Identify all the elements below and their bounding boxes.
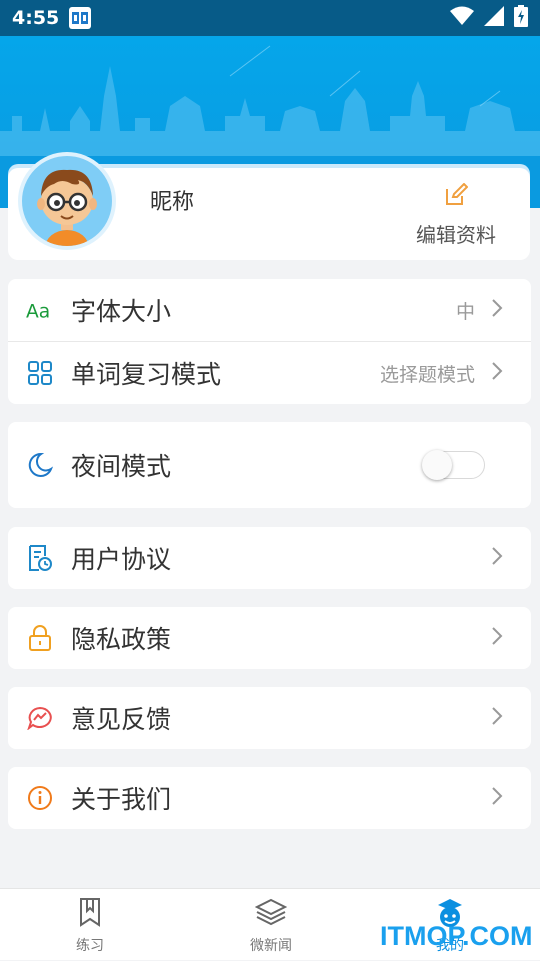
chevron-right-icon xyxy=(491,298,503,322)
toggle-knob xyxy=(422,450,452,480)
privacy-policy-row[interactable]: 隐私政策 xyxy=(8,607,531,669)
lock-icon xyxy=(26,624,54,652)
font-size-value: 中 xyxy=(455,300,475,323)
watermark: ITMOP.COM xyxy=(380,921,533,951)
font-size-row[interactable]: Aa 字体大小 中 xyxy=(8,279,531,341)
review-mode-label: 单词复习模式 xyxy=(71,360,222,389)
wifi-icon xyxy=(450,6,474,30)
status-bar: 4:55 xyxy=(0,0,540,36)
font-size-label: 字体大小 xyxy=(71,297,172,326)
nickname-label[interactable]: 昵称 xyxy=(150,184,194,216)
status-time: 4:55 xyxy=(12,7,60,29)
edit-profile-button[interactable]: 编辑资料 xyxy=(416,219,496,248)
bookmark-icon xyxy=(78,897,102,931)
app-notification-icon xyxy=(69,7,92,29)
chevron-right-icon xyxy=(491,786,503,810)
tab-news[interactable]: 微新闻 xyxy=(211,889,331,961)
night-mode-card: 夜间模式 xyxy=(8,422,531,508)
user-agreement-row[interactable]: 用户协议 xyxy=(8,527,531,589)
document-clock-icon xyxy=(26,544,54,572)
chevron-right-icon xyxy=(491,626,503,650)
avatar[interactable] xyxy=(18,152,116,250)
night-mode-row: 夜间模式 xyxy=(8,422,531,508)
cartoon-boy-avatar-icon xyxy=(37,169,97,246)
review-mode-value: 选择题模式 xyxy=(379,363,475,386)
tab-practice-label: 练习 xyxy=(76,938,104,954)
feedback-label: 意见反馈 xyxy=(71,705,172,734)
user-agreement-card: 用户协议 xyxy=(8,527,531,589)
feedback-card: 意见反馈 xyxy=(8,687,531,749)
chevron-right-icon xyxy=(491,546,503,570)
privacy-policy-card: 隐私政策 xyxy=(8,607,531,669)
chevron-right-icon xyxy=(491,361,503,385)
chat-bubble-icon xyxy=(26,704,54,732)
night-mode-toggle[interactable] xyxy=(422,450,485,480)
moon-icon xyxy=(26,451,54,479)
feedback-row[interactable]: 意见反馈 xyxy=(8,687,531,749)
info-icon xyxy=(26,784,54,812)
font-aa-icon: Aa xyxy=(26,296,54,324)
svg-text:Aa: Aa xyxy=(26,301,50,321)
about-us-row[interactable]: 关于我们 xyxy=(8,767,531,829)
about-us-card: 关于我们 xyxy=(8,767,531,829)
chevron-right-icon xyxy=(491,706,503,730)
tab-practice[interactable]: 练习 xyxy=(30,889,150,961)
user-agreement-label: 用户协议 xyxy=(71,545,172,574)
review-mode-row[interactable]: 单词复习模式 选择题模式 xyxy=(8,342,531,404)
layers-icon xyxy=(254,897,288,931)
grid-icon xyxy=(26,359,54,387)
about-us-label: 关于我们 xyxy=(71,785,172,814)
signal-icon xyxy=(484,6,504,30)
tab-news-label: 微新闻 xyxy=(250,938,292,954)
display-settings-card: Aa 字体大小 中 单词复习模式 选择题模式 xyxy=(8,279,531,404)
edit-icon[interactable] xyxy=(444,182,469,211)
night-mode-label: 夜间模式 xyxy=(71,452,172,481)
battery-charging-icon xyxy=(514,5,528,31)
privacy-policy-label: 隐私政策 xyxy=(71,625,172,654)
